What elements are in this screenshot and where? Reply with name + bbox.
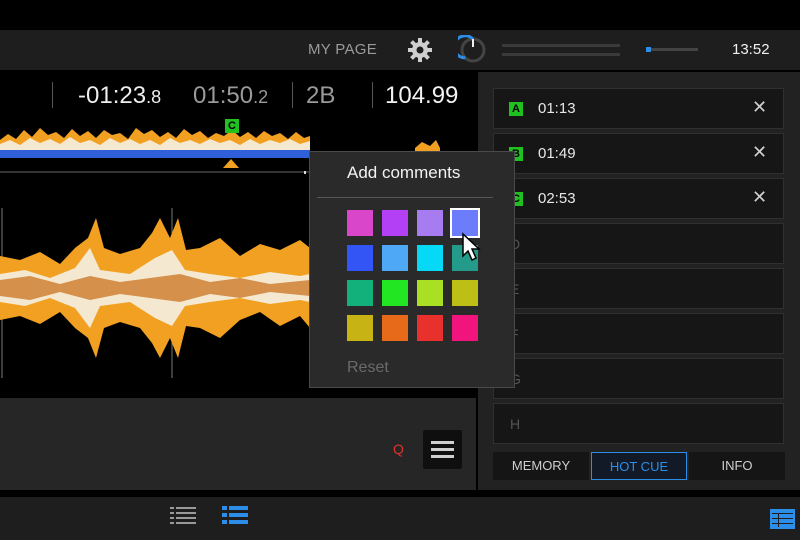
key-display: 2B <box>306 82 336 109</box>
hamburger-menu-icon[interactable] <box>423 430 462 469</box>
hot-cue-slot-a[interactable]: A 01:13 ✕ <box>493 88 784 129</box>
browse-icon[interactable] <box>770 509 795 529</box>
level-meter-left <box>502 44 620 47</box>
color-swatch[interactable] <box>347 315 373 341</box>
mouse-pointer-icon <box>462 232 481 262</box>
tab-hot-cue[interactable]: HOT CUE <box>591 452 687 480</box>
hot-cue-time: 02:53 <box>538 190 576 207</box>
color-swatch[interactable] <box>417 210 443 236</box>
hot-cue-slot-h[interactable]: H <box>493 403 784 444</box>
hot-cue-slot-c[interactable]: C 02:53 ✕ <box>493 178 784 219</box>
color-swatch[interactable] <box>452 280 478 306</box>
color-swatch[interactable] <box>382 245 408 271</box>
close-icon[interactable]: ✕ <box>752 142 767 163</box>
reset-button[interactable]: Reset <box>347 359 389 377</box>
divider <box>372 82 373 108</box>
color-swatch[interactable] <box>347 210 373 236</box>
hot-cue-marker[interactable]: C <box>225 119 239 133</box>
hot-cue-slot-e[interactable]: E <box>493 268 784 309</box>
tab-memory[interactable]: MEMORY <box>493 452 589 480</box>
top-strip <box>0 0 800 30</box>
quantize-indicator[interactable]: Q <box>393 441 404 457</box>
hot-cue-slot-b[interactable]: B 01:49 ✕ <box>493 133 784 174</box>
color-swatch[interactable] <box>382 315 408 341</box>
progress-meter-fill <box>646 47 651 52</box>
color-swatch[interactable] <box>347 245 373 271</box>
divider <box>292 82 293 108</box>
bottom-bar <box>0 497 800 540</box>
popup-divider <box>317 197 493 198</box>
remaining-time: -01:23.8 <box>78 82 162 109</box>
tab-info[interactable]: INFO <box>689 452 785 480</box>
gear-icon[interactable] <box>406 36 434 64</box>
close-icon[interactable]: ✕ <box>752 97 767 118</box>
clock: 13:52 <box>732 41 770 58</box>
hot-cue-time: 01:49 <box>538 145 576 162</box>
color-swatch[interactable] <box>347 280 373 306</box>
color-swatch[interactable] <box>417 245 443 271</box>
hot-cue-time: 01:13 <box>538 100 576 117</box>
hot-cue-slot-d[interactable]: D <box>493 223 784 264</box>
hot-cue-slot-f[interactable]: F <box>493 313 784 354</box>
color-swatch[interactable] <box>417 280 443 306</box>
hot-cue-badge: A <box>509 102 523 116</box>
color-swatch[interactable] <box>382 210 408 236</box>
color-swatch[interactable] <box>452 315 478 341</box>
popup-title[interactable]: Add comments <box>347 163 460 183</box>
elapsed-time: 01:50.2 <box>193 82 269 109</box>
bpm-display: 104.99 <box>385 82 459 109</box>
level-meter-right <box>502 53 620 56</box>
color-swatch[interactable] <box>382 280 408 306</box>
my-page-button[interactable]: MY PAGE <box>308 41 377 58</box>
color-swatch[interactable] <box>417 315 443 341</box>
progress-meter <box>646 48 698 51</box>
deck-controls-area <box>0 398 476 490</box>
close-icon[interactable]: ✕ <box>752 187 767 208</box>
volume-knob-icon[interactable] <box>458 35 488 65</box>
divider <box>52 82 53 108</box>
track-list-icon[interactable] <box>170 506 196 528</box>
playlist-icon[interactable] <box>222 505 248 527</box>
hot-cue-letter: H <box>510 416 521 432</box>
hot-cue-slot-g[interactable]: G <box>493 358 784 399</box>
color-picker-popup: Add comments Reset <box>309 151 515 388</box>
